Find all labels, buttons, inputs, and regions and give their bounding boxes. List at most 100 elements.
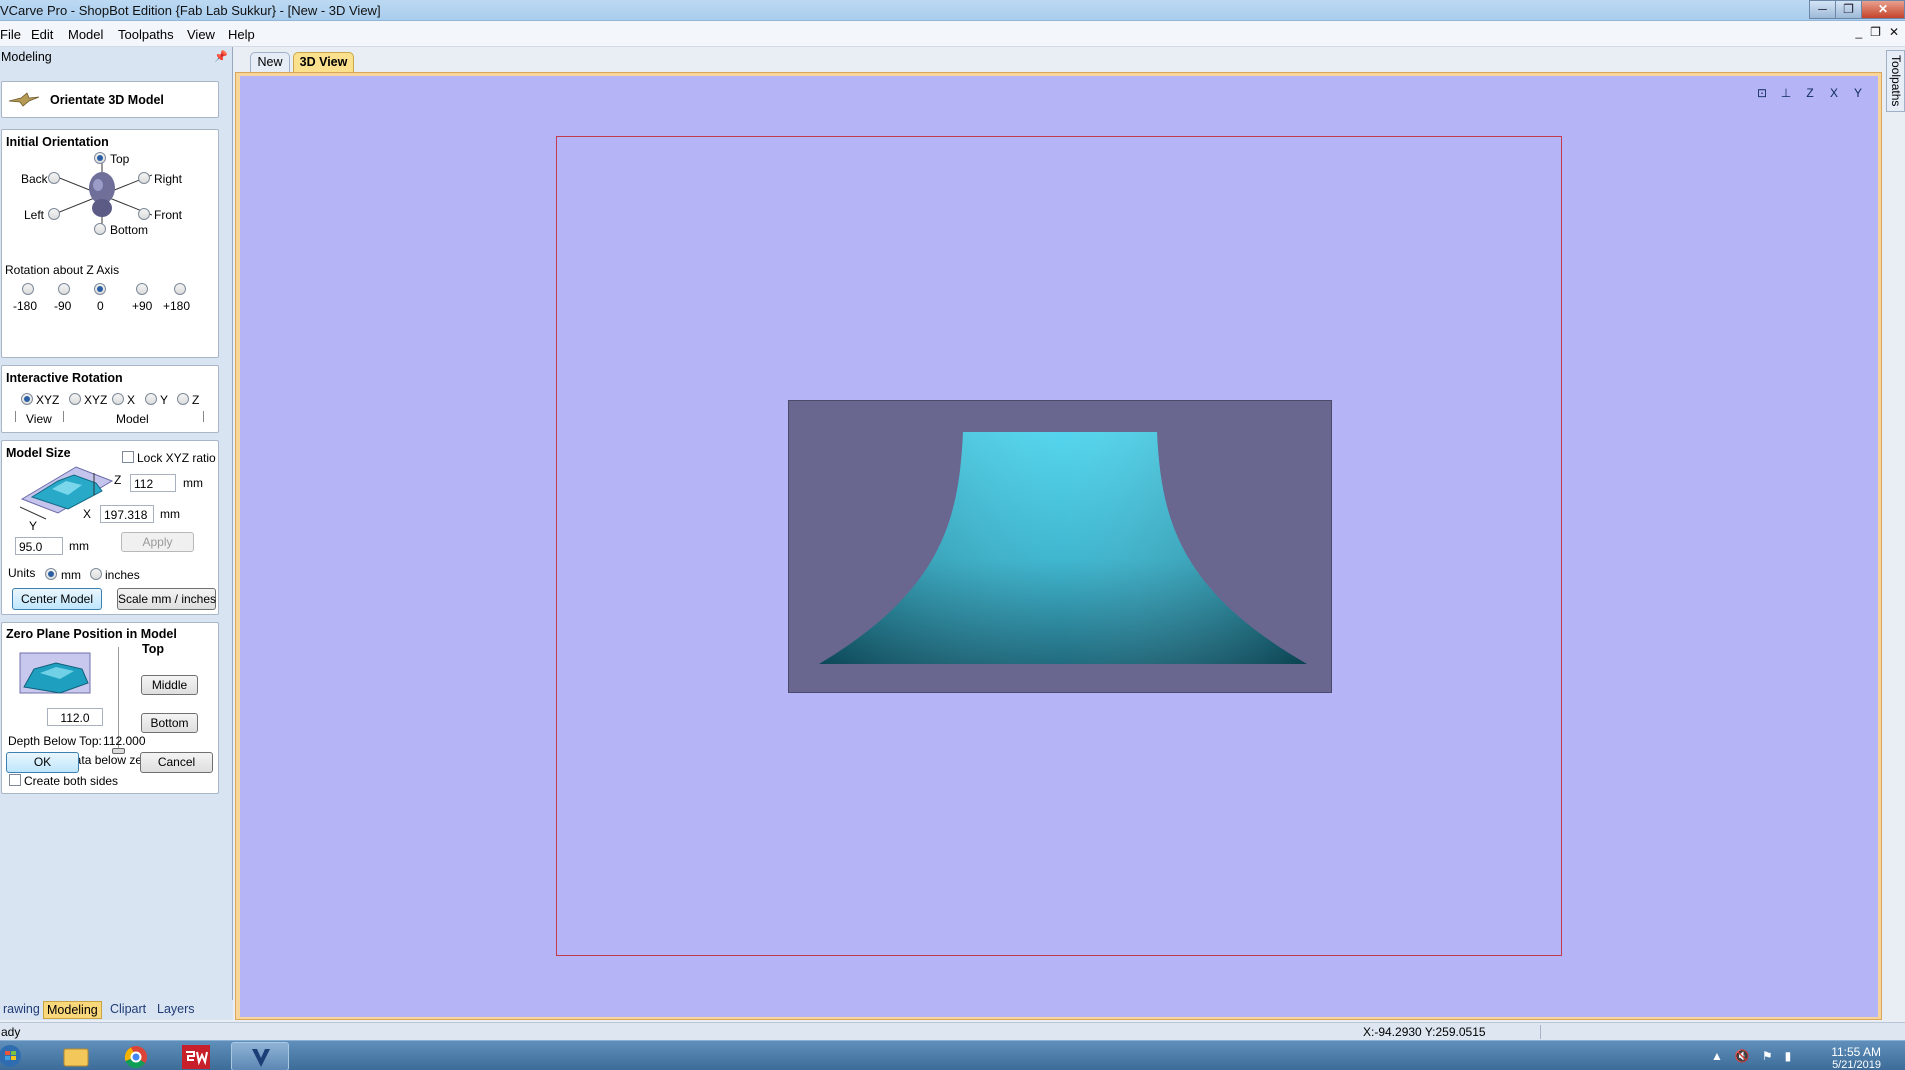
z-size-input[interactable]: 112	[130, 474, 176, 492]
x-size-input[interactable]: 197.318	[100, 505, 154, 523]
mdi-minimize-button[interactable]: _	[1855, 25, 1862, 39]
mdi-restore-button[interactable]: ❐	[1870, 25, 1881, 39]
initial-orientation-title: Initial Orientation	[6, 135, 109, 149]
chrome-taskbar-button[interactable]	[107, 1042, 165, 1070]
clock-time[interactable]: 11:55 AM	[1831, 1045, 1881, 1059]
tab-drawing[interactable]: rawing	[0, 1001, 43, 1019]
units-inches-radio[interactable]	[90, 568, 102, 580]
view-toolbar: ⊡ ⊥ Z X Y	[1752, 84, 1868, 102]
zero-bottom-button[interactable]: Bottom	[141, 713, 198, 733]
rotation-plus180-radio[interactable]	[174, 283, 186, 295]
close-button[interactable]: ✕	[1861, 0, 1905, 19]
lock-xyz-checkbox[interactable]	[122, 451, 134, 463]
rotate-model-xyz-radio[interactable]	[69, 393, 81, 405]
maximize-button[interactable]: ❐	[1835, 0, 1862, 19]
y-axis-view-icon[interactable]: Y	[1848, 84, 1868, 102]
menu-view[interactable]: View	[187, 27, 215, 42]
tab-clipart[interactable]: Clipart	[107, 1001, 149, 1019]
rotation-minus90-label: -90	[54, 299, 72, 313]
x-axis-view-icon[interactable]: X	[1824, 84, 1844, 102]
network-signal-icon[interactable]: ▮	[1785, 1049, 1792, 1063]
rotate-view-xyz-label: XYZ	[36, 393, 60, 407]
y-axis-label: Y	[29, 519, 38, 533]
vcarve-taskbar-button[interactable]	[231, 1042, 289, 1070]
modeling-panel: Modeling 📌 Orientate 3D Model Initial Or…	[0, 47, 233, 1020]
solidworks-taskbar-button[interactable]	[167, 1042, 225, 1070]
menu-file[interactable]: File	[0, 27, 21, 42]
orientation-left-radio[interactable]	[48, 208, 60, 220]
rotation-minus90-radio[interactable]	[58, 283, 70, 295]
orientation-back-radio[interactable]	[48, 172, 60, 184]
window-controls: ─ ❐ ✕	[1809, 0, 1905, 20]
panel-header: Modeling 📌	[0, 47, 232, 65]
tray-icons: ▲ 🔇 ⚑ ▮	[1711, 1049, 1791, 1063]
zero-middle-button[interactable]: Middle	[141, 675, 198, 695]
title-bar: VCarve Pro - ShopBot Edition {Fab Lab Su…	[0, 0, 1905, 21]
zoom-extents-icon[interactable]: ⊡	[1752, 84, 1772, 102]
model-size-section: Model Size Lock XYZ ratio Z 112 mm X 197…	[1, 440, 219, 615]
status-bar: ady X:-94.2930 Y:259.0515	[0, 1022, 1905, 1040]
orientation-top-label: Top	[110, 152, 130, 166]
menu-toolpaths[interactable]: Toolpaths	[118, 27, 174, 42]
pin-icon[interactable]: 📌	[214, 50, 228, 63]
orientation-bottom-radio[interactable]	[94, 223, 106, 235]
interactive-rotation-title: Interactive Rotation	[6, 371, 123, 385]
speaker-muted-icon[interactable]: 🔇	[1735, 1049, 1750, 1063]
scale-units-button[interactable]: Scale mm / inches	[117, 588, 216, 610]
mdi-close-button[interactable]: ✕	[1889, 25, 1899, 39]
rotate-model-xyz-label: XYZ	[84, 393, 108, 407]
z-unit-label: mm	[183, 476, 203, 490]
rotate-view-xyz-radio[interactable]	[21, 393, 33, 405]
create-both-sides-label: Create both sides	[24, 774, 119, 788]
y-size-input[interactable]: 95.0	[15, 537, 63, 555]
model-size-title: Model Size	[6, 446, 71, 460]
toolpaths-side-tab[interactable]: Toolpaths	[1886, 50, 1905, 112]
units-mm-radio[interactable]	[45, 568, 57, 580]
rotation-plus180-label: +180	[163, 299, 191, 313]
orientation-front-label: Front	[154, 208, 183, 222]
doc-tab-new[interactable]: New	[250, 52, 290, 73]
window-title: VCarve Pro - ShopBot Edition {Fab Lab Su…	[0, 3, 381, 18]
model-group-divider	[63, 411, 64, 422]
start-button[interactable]	[0, 1042, 30, 1070]
depth-below-top-value: 112.000	[103, 734, 146, 748]
x-axis-label: X	[83, 507, 92, 521]
mdi-controls: _ ❐ ✕	[1855, 25, 1899, 39]
tray-expand-icon[interactable]: ▲	[1711, 1049, 1723, 1063]
menu-bar: File Edit Model Toolpaths View Help _ ❐ …	[0, 21, 1905, 47]
explorer-taskbar-button[interactable]	[47, 1042, 105, 1070]
ok-button[interactable]: OK	[6, 752, 79, 773]
create-both-sides-checkbox[interactable]	[9, 774, 21, 786]
units-label: Units	[8, 566, 36, 580]
rotation-plus90-radio[interactable]	[136, 283, 148, 295]
rotation-0-radio[interactable]	[94, 283, 106, 295]
rotate-model-x-radio[interactable]	[112, 393, 124, 405]
action-center-flag-icon[interactable]: ⚑	[1762, 1049, 1773, 1063]
interactive-rotation-section: Interactive Rotation XYZ XYZ X Y Z View …	[1, 365, 219, 433]
orientation-top-radio[interactable]	[94, 152, 106, 164]
rotate-model-y-radio[interactable]	[145, 393, 157, 405]
panel-tabs: rawing Modeling Clipart Layers	[0, 1000, 233, 1020]
doc-tab-3d-view[interactable]: 3D View	[293, 52, 354, 73]
orientation-right-radio[interactable]	[138, 172, 150, 184]
center-model-button[interactable]: Center Model	[12, 588, 102, 610]
rotation-minus180-radio[interactable]	[22, 283, 34, 295]
chrome-icon	[124, 1046, 147, 1069]
minimize-button[interactable]: ─	[1809, 0, 1836, 19]
rotate-model-z-radio[interactable]	[177, 393, 189, 405]
z-axis-view-icon[interactable]: Z	[1800, 84, 1820, 102]
menu-help[interactable]: Help	[228, 27, 255, 42]
tab-layers[interactable]: Layers	[154, 1001, 198, 1019]
iso-view-icon[interactable]: ⊥	[1776, 84, 1796, 102]
tab-modeling[interactable]: Modeling	[43, 1001, 102, 1019]
menu-edit[interactable]: Edit	[31, 27, 53, 42]
menu-model[interactable]: Model	[68, 27, 103, 42]
rotate-model-z-label: Z	[192, 393, 200, 407]
clock-date[interactable]: 5/21/2019	[1832, 1059, 1881, 1070]
apply-button[interactable]: Apply	[121, 532, 194, 552]
zero-plane-value-input[interactable]: 112.0	[47, 708, 103, 726]
units-mm-label: mm	[61, 568, 81, 582]
cancel-button[interactable]: Cancel	[140, 752, 213, 773]
orientation-front-radio[interactable]	[138, 208, 150, 220]
toolpaths-side-tab-label: Toolpaths	[1889, 55, 1903, 107]
